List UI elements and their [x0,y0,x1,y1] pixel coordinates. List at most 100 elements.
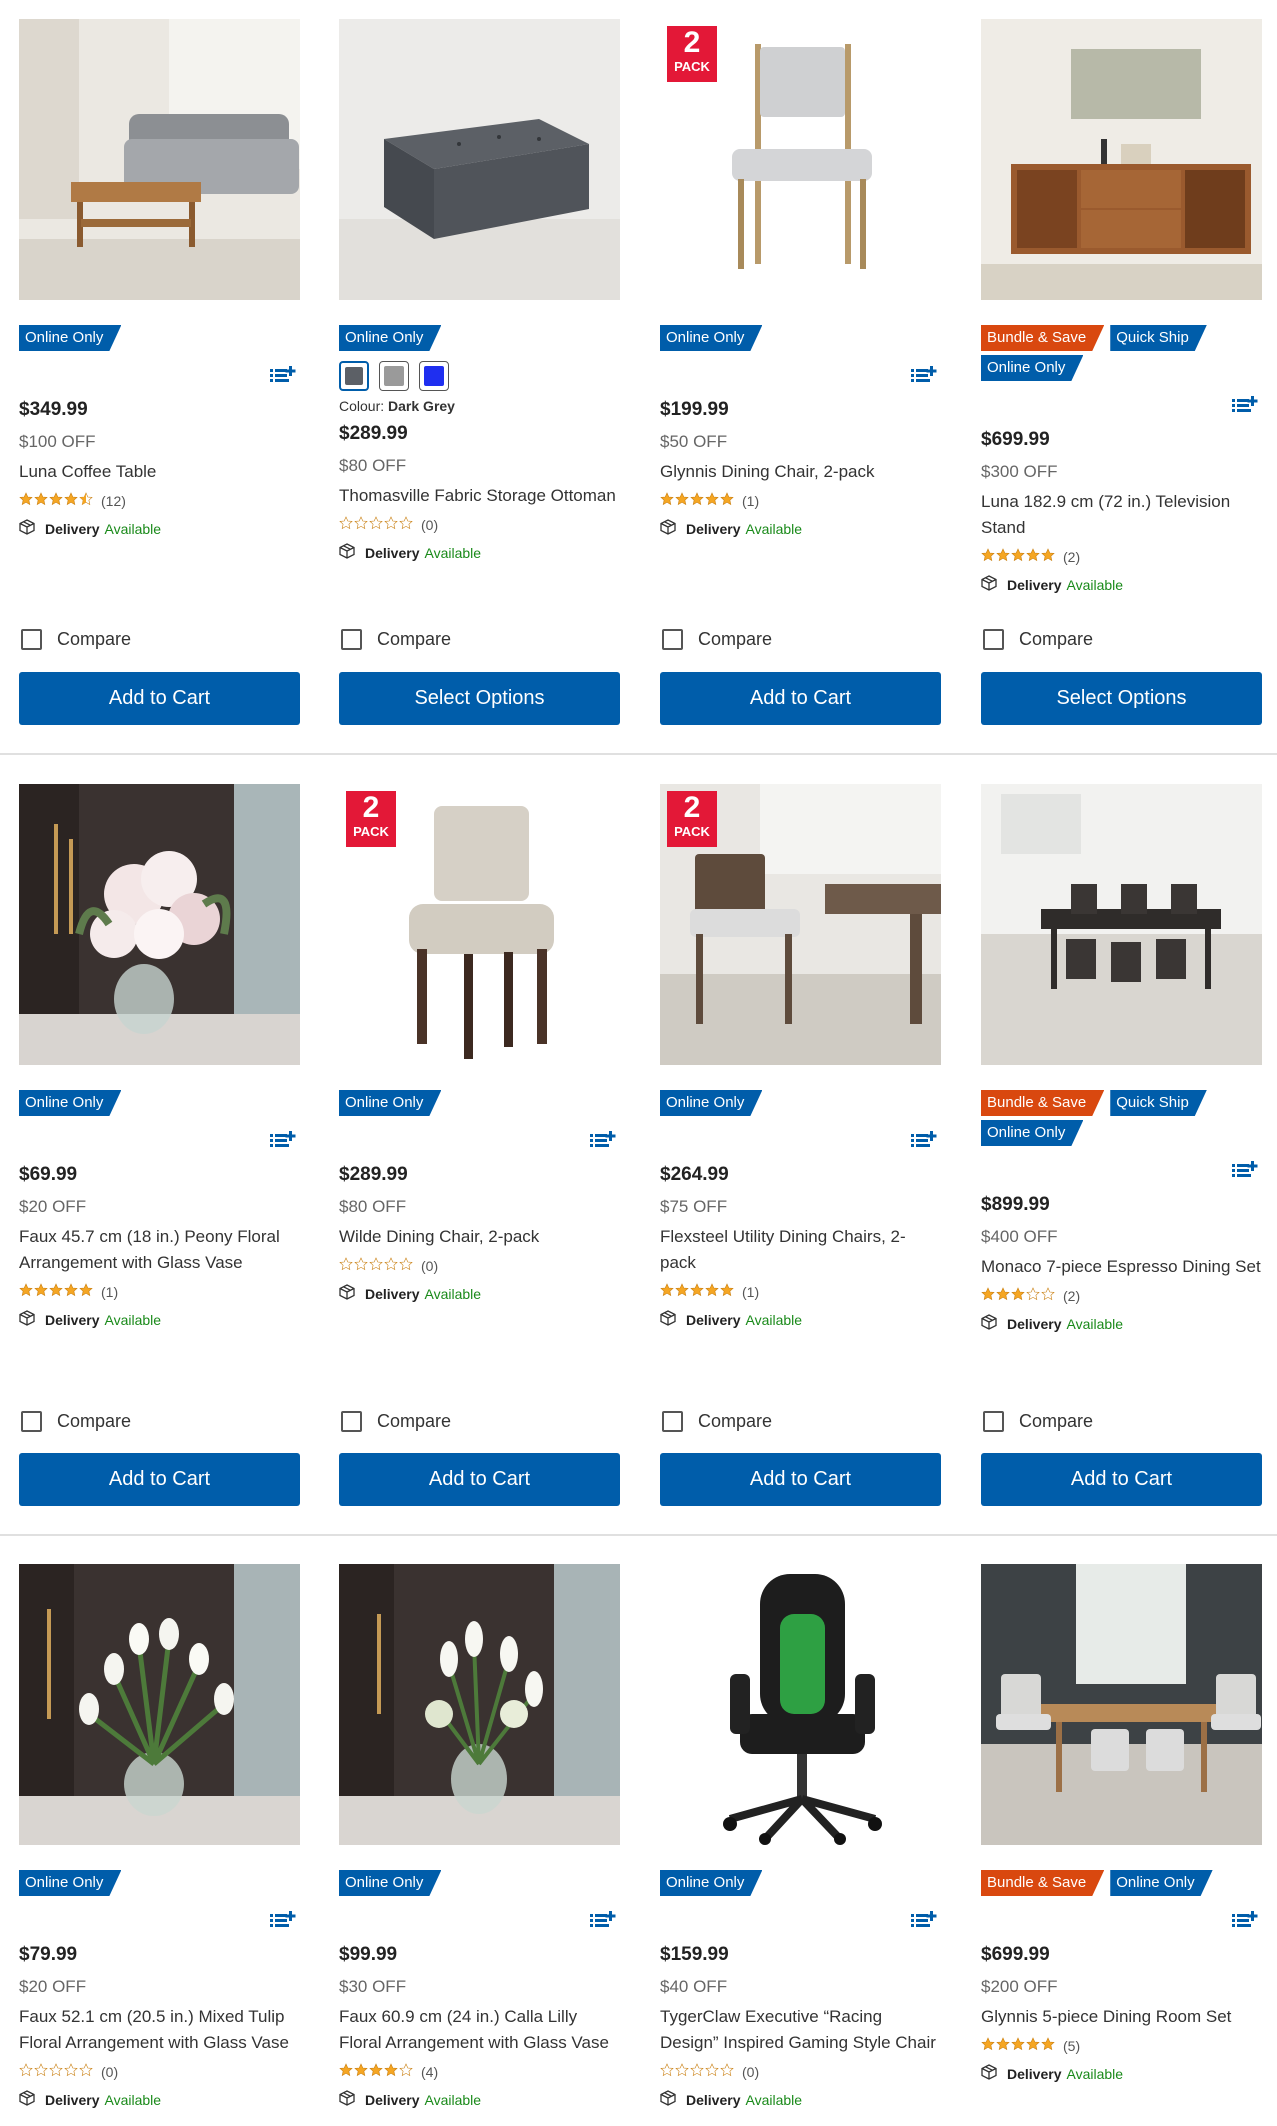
product-info: $349.99 $100 OFF Luna Coffee Table (12) Deli… [19,397,300,538]
review-count: (0) [421,1258,439,1274]
stars [19,2062,94,2082]
compare-checkbox[interactable]: Compare [662,1411,772,1432]
checkbox[interactable] [662,1411,683,1432]
star-rating[interactable]: (0) [339,1256,620,1276]
product-image[interactable] [339,1564,620,1845]
add-to-list-icon[interactable] [590,1130,616,1150]
product-name[interactable]: Monaco 7-piece Espresso Dining Set [981,1254,1262,1280]
select-options-button[interactable]: Select Options [981,672,1262,725]
product-name[interactable]: Glynnis 5-piece Dining Room Set [981,2004,1262,2030]
product-image[interactable] [981,1564,1262,1845]
star-rating[interactable]: (4) [339,2062,620,2082]
product-image[interactable] [981,784,1262,1065]
pack-badge: 2 PACK [346,791,396,847]
add-to-cart-button[interactable]: Add to Cart [19,1453,300,1506]
product-name[interactable]: Luna 182.9 cm (72 in.) Television Stand [981,489,1262,541]
badge-row: Online Only [339,1870,620,1900]
product-image[interactable] [19,1564,300,1845]
product-name[interactable]: Faux 52.1 cm (20.5 in.) Mixed Tulip Flor… [19,2004,300,2056]
star-icon [1041,547,1056,567]
product-name[interactable]: Flexsteel Utility Dining Chairs, 2-pack [660,1224,941,1276]
checkbox[interactable] [341,1411,362,1432]
add-to-list-icon[interactable] [911,1910,937,1930]
star-rating[interactable]: (2) [981,1286,1262,1306]
star-icon [339,1256,354,1276]
checkbox[interactable] [21,1411,42,1432]
add-to-cart-button[interactable]: Add to Cart [660,1453,941,1506]
status-badge: Online Only [1110,1870,1212,1896]
compare-checkbox[interactable]: Compare [662,629,772,650]
add-to-list-icon[interactable] [911,1130,937,1150]
checkbox[interactable] [983,1411,1004,1432]
star-rating[interactable]: (0) [339,515,620,535]
star-rating[interactable]: (5) [981,2036,1262,2056]
select-options-button[interactable]: Select Options [339,672,620,725]
compare-checkbox[interactable]: Compare [983,629,1093,650]
status-badge: Online Only [19,1090,121,1116]
star-icon [720,1282,735,1302]
product-name[interactable]: Faux 45.7 cm (18 in.) Peony Floral Arran… [19,1224,300,1276]
add-to-cart-button[interactable]: Add to Cart [660,672,941,725]
checkbox[interactable] [983,629,1004,650]
product-name[interactable]: Luna Coffee Table [19,459,300,485]
product-image[interactable] [19,784,300,1065]
pack-count: 2 [362,791,380,824]
compare-checkbox[interactable]: Compare [21,629,131,650]
add-to-list-icon[interactable] [1232,1160,1258,1180]
discount-text: $30 OFF [339,1977,407,1996]
star-icon [720,2062,735,2082]
status-badge: Bundle & Save [981,325,1104,351]
product-name[interactable]: Faux 60.9 cm (24 in.) Calla Lilly Floral… [339,2004,620,2056]
badge-group: Online Only [660,1090,941,1120]
product-image[interactable] [981,19,1262,300]
star-icon [384,1256,399,1276]
stars [660,2062,735,2082]
star-rating[interactable]: (1) [660,1282,941,1302]
add-to-cart-button[interactable]: Add to Cart [981,1453,1262,1506]
compare-checkbox[interactable]: Compare [983,1411,1093,1432]
colour-swatch[interactable] [379,361,409,391]
add-to-list-icon[interactable] [911,365,937,385]
product-name[interactable]: Glynnis Dining Chair, 2-pack [660,459,941,485]
star-icon [369,515,384,535]
star-rating[interactable]: (1) [19,1282,300,1302]
compare-checkbox[interactable]: Compare [341,629,451,650]
stars [339,2062,414,2082]
star-icon [369,2062,384,2082]
star-rating[interactable]: (1) [660,491,941,511]
product-image[interactable] [19,19,300,300]
product-image[interactable] [339,19,620,300]
checkbox[interactable] [341,629,362,650]
product-image[interactable]: 2 PACK [339,784,620,1065]
star-rating[interactable]: (12) [19,491,300,511]
add-to-cart-button[interactable]: Add to Cart [339,1453,620,1506]
compare-checkbox[interactable]: Compare [21,1411,131,1432]
product-name[interactable]: TygerClaw Executive “Racing Design” Insp… [660,2004,941,2056]
compare-checkbox[interactable]: Compare [341,1411,451,1432]
add-to-list-icon[interactable] [270,1910,296,1930]
add-to-list-icon[interactable] [270,1130,296,1150]
checkbox[interactable] [21,629,42,650]
checkbox[interactable] [662,629,683,650]
colour-swatch[interactable] [339,361,369,391]
star-icon [1011,547,1026,567]
badge-group: Online Only [339,325,620,355]
add-to-cart-button[interactable]: Add to Cart [19,672,300,725]
add-to-list-icon[interactable] [1232,1910,1258,1930]
product-image[interactable]: 2 PACK [660,19,941,300]
badge-row: Online Only [660,325,941,355]
add-to-list-icon[interactable] [1232,395,1258,415]
product-image[interactable]: 2 PACK [660,784,941,1065]
product-image[interactable] [660,1564,941,1845]
star-rating[interactable]: (0) [660,2062,941,2082]
star-rating[interactable]: (0) [19,2062,300,2082]
add-to-list-icon[interactable] [590,1910,616,1930]
box-icon [339,543,365,562]
colour-swatch[interactable] [419,361,449,391]
add-to-list-icon[interactable] [270,365,296,385]
star-icon [981,1286,996,1306]
delivery-info: Delivery Available [660,519,941,538]
product-name[interactable]: Thomasville Fabric Storage Ottoman [339,483,620,509]
product-name[interactable]: Wilde Dining Chair, 2-pack [339,1224,620,1250]
star-rating[interactable]: (2) [981,547,1262,567]
